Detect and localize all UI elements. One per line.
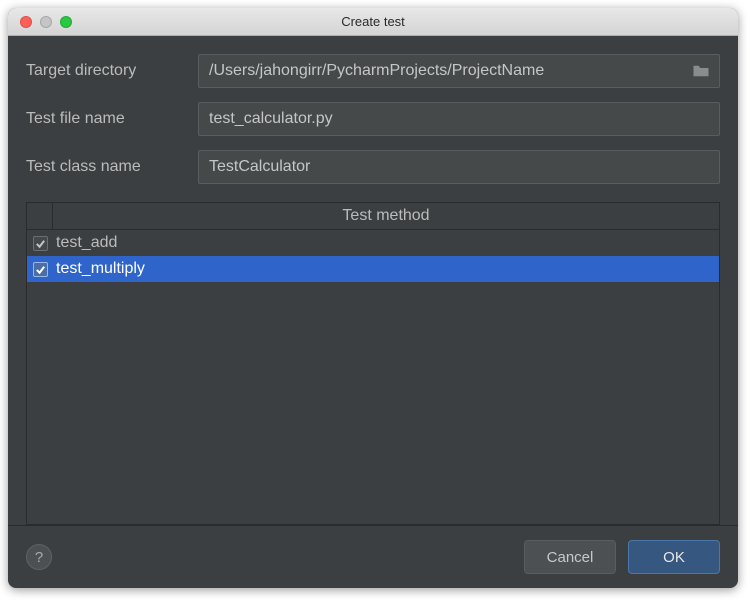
target-directory-label: Target directory bbox=[26, 62, 186, 80]
help-button[interactable]: ? bbox=[26, 544, 52, 570]
test-method-row[interactable]: test_add bbox=[27, 230, 719, 256]
checkbox-column-header bbox=[27, 203, 53, 229]
close-window-button[interactable] bbox=[20, 16, 32, 28]
browse-folder-button[interactable] bbox=[682, 54, 720, 88]
folder-icon bbox=[692, 64, 710, 78]
window-title: Create test bbox=[8, 14, 738, 29]
window-controls bbox=[8, 16, 72, 28]
test-method-panel: Test method test_add test_multiply bbox=[26, 202, 720, 525]
test-method-checkbox[interactable] bbox=[33, 236, 48, 251]
test-class-name-input[interactable] bbox=[198, 150, 720, 184]
test-file-name-row: Test file name bbox=[26, 102, 720, 136]
ok-button[interactable]: OK bbox=[628, 540, 720, 574]
zoom-window-button[interactable] bbox=[60, 16, 72, 28]
dialog-footer: ? Cancel OK bbox=[8, 525, 738, 588]
test-method-row[interactable]: test_multiply bbox=[27, 256, 719, 282]
test-class-name-row: Test class name bbox=[26, 150, 720, 184]
titlebar[interactable]: Create test bbox=[8, 8, 738, 36]
create-test-dialog: Create test Target directory Test file n… bbox=[8, 8, 738, 588]
cancel-button[interactable]: Cancel bbox=[524, 540, 616, 574]
target-directory-field-group bbox=[198, 54, 720, 88]
test-file-name-input[interactable] bbox=[198, 102, 720, 136]
test-method-label: test_multiply bbox=[56, 260, 145, 278]
checkmark-icon bbox=[35, 238, 46, 249]
checkmark-icon bbox=[35, 264, 46, 275]
test-method-header-row: Test method bbox=[27, 203, 719, 230]
test-file-name-label: Test file name bbox=[26, 110, 186, 128]
test-method-header: Test method bbox=[53, 203, 719, 229]
test-method-checkbox[interactable] bbox=[33, 262, 48, 277]
test-method-label: test_add bbox=[56, 234, 117, 252]
minimize-window-button[interactable] bbox=[40, 16, 52, 28]
target-directory-input[interactable] bbox=[198, 54, 682, 88]
test-class-name-label: Test class name bbox=[26, 158, 186, 176]
test-method-list[interactable]: test_add test_multiply bbox=[27, 230, 719, 524]
dialog-content: Target directory Test file name Test cla… bbox=[8, 36, 738, 525]
target-directory-row: Target directory bbox=[26, 54, 720, 88]
